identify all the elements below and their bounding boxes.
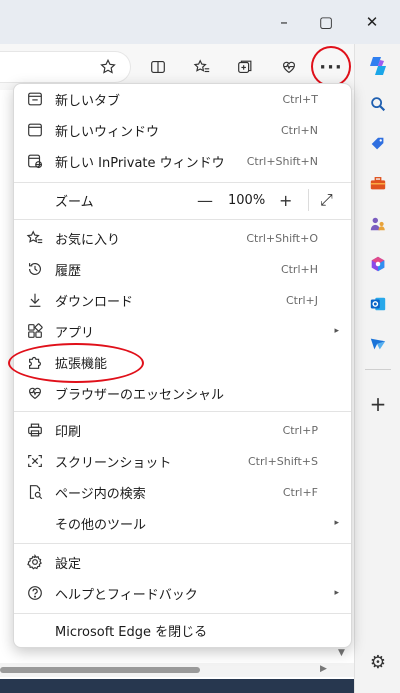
outlook-icon[interactable] <box>363 290 393 318</box>
inprivate-icon <box>25 151 45 171</box>
menu-label: Microsoft Edge を閉じる <box>55 624 208 640</box>
puzzle-icon <box>25 352 45 372</box>
menu-separator <box>14 182 351 183</box>
menu-item-settings[interactable]: 設定 <box>14 547 351 577</box>
taskbar <box>0 679 400 693</box>
new-tab-icon <box>25 89 45 109</box>
menu-item-help-feedback[interactable]: ヘルプとフィードバック ▸ <box>14 578 351 608</box>
menu-item-extensions[interactable]: 拡張機能 <box>14 347 351 377</box>
menu-label: その他のツール <box>55 517 147 533</box>
menu-label: スクリーンショット <box>55 455 172 471</box>
zoom-divider <box>308 189 309 211</box>
favorite-star-icon[interactable] <box>94 54 122 80</box>
fullscreen-button[interactable]: ⤢ <box>320 190 333 210</box>
menu-item-favorites[interactable]: お気に入り Ctrl+Shift+O <box>14 223 351 253</box>
download-icon <box>25 290 45 310</box>
menu-item-new-window[interactable]: 新しいウィンドウ Ctrl+N <box>14 115 351 145</box>
menu-item-close-edge[interactable]: Microsoft Edge を閉じる <box>14 615 351 645</box>
games-icon[interactable] <box>363 210 393 238</box>
zoom-level: 100% <box>228 192 266 208</box>
apps-icon <box>25 321 45 341</box>
find-icon <box>25 482 45 502</box>
menu-label: 新しいウィンドウ <box>55 124 160 140</box>
menu-item-zoom: ズーム — 100% + ⤢ <box>14 184 351 216</box>
menu-item-new-inprivate[interactable]: 新しい InPrivate ウィンドウ Ctrl+Shift+N <box>14 146 351 176</box>
collections-icon[interactable] <box>231 54 259 80</box>
shortcut-text: Ctrl+P <box>282 423 318 437</box>
split-screen-icon[interactable] <box>144 54 172 80</box>
menu-label: ダウンロード <box>55 294 134 310</box>
menu-label: 新しい InPrivate ウィンドウ <box>55 155 225 171</box>
shortcut-text: Ctrl+Shift+O <box>246 231 318 245</box>
favorites-icon[interactable] <box>188 54 216 80</box>
menu-item-history[interactable]: 履歴 Ctrl+H <box>14 254 351 284</box>
shortcut-text: Ctrl+Shift+S <box>248 454 318 468</box>
new-window-icon <box>25 120 45 140</box>
maximize-button[interactable]: ▢ <box>306 8 346 36</box>
shortcut-text: Ctrl+Shift+N <box>246 154 318 168</box>
horizontal-scrollbar-thumb[interactable] <box>0 667 200 673</box>
menu-label: ズーム <box>55 194 94 210</box>
submenu-arrow-icon: ▸ <box>334 518 339 528</box>
minimize-button[interactable]: – <box>264 8 304 36</box>
menu-item-new-tab[interactable]: 新しいタブ Ctrl+T <box>14 84 351 114</box>
menu-label: 履歴 <box>55 263 82 279</box>
favorites-icon <box>25 228 45 248</box>
shortcut-text: Ctrl+J <box>285 293 318 307</box>
close-window-button[interactable]: ✕ <box>352 8 392 36</box>
menu-item-browser-essentials[interactable]: ブラウザーのエッセンシャル <box>14 378 351 408</box>
sidebar-separator <box>365 369 391 370</box>
menu-item-print[interactable]: 印刷 Ctrl+P <box>14 415 351 445</box>
menu-label: ブラウザーのエッセンシャル <box>55 387 225 403</box>
menu-item-screenshot[interactable]: スクリーンショット Ctrl+Shift+S <box>14 446 351 476</box>
menu-label: 印刷 <box>55 424 82 440</box>
menu-label: 拡張機能 <box>55 356 108 372</box>
shortcut-text: Ctrl+F <box>282 485 318 499</box>
search-icon[interactable] <box>363 90 393 118</box>
settings-and-more-menu: 新しいタブ Ctrl+T 新しいウィンドウ Ctrl+N 新しい InPriva… <box>13 83 352 648</box>
submenu-arrow-icon: ▸ <box>334 326 339 336</box>
shortcut-text: Ctrl+H <box>280 262 318 276</box>
menu-label: アプリ <box>55 325 95 341</box>
heart-pulse-icon <box>25 383 45 403</box>
edge-sidebar: + ⚙ <box>354 44 400 693</box>
menu-item-find-on-page[interactable]: ページ内の検索 Ctrl+F <box>14 477 351 507</box>
shopping-tag-icon[interactable] <box>363 130 393 158</box>
title-bar: – ▢ ✕ <box>0 0 400 44</box>
menu-item-apps[interactable]: アプリ ▸ <box>14 316 351 346</box>
menu-item-more-tools[interactable]: その他のツール ▸ <box>14 508 351 538</box>
menu-label: ヘルプとフィードバック <box>55 587 198 603</box>
zoom-out-button[interactable]: — <box>197 191 213 210</box>
add-icon[interactable]: + <box>363 390 393 418</box>
menu-label: ページ内の検索 <box>55 486 146 502</box>
microsoft365-icon[interactable] <box>363 250 393 278</box>
menu-label: お気に入り <box>55 232 121 248</box>
menu-label: 新しいタブ <box>55 93 121 109</box>
help-icon <box>25 583 45 603</box>
menu-label: 設定 <box>55 556 82 572</box>
copilot-icon[interactable] <box>363 52 393 80</box>
menu-item-downloads[interactable]: ダウンロード Ctrl+J <box>14 285 351 315</box>
menu-separator <box>14 613 351 614</box>
shortcut-text: Ctrl+T <box>282 92 318 106</box>
menu-separator <box>14 411 351 412</box>
send-icon[interactable] <box>363 330 393 358</box>
screenshot-icon <box>25 451 45 471</box>
shortcut-text: Ctrl+N <box>280 123 318 137</box>
sidebar-settings-icon[interactable]: ⚙ <box>363 648 393 676</box>
menu-separator <box>14 219 351 220</box>
submenu-arrow-icon: ▸ <box>334 588 339 598</box>
print-icon <box>25 420 45 440</box>
settings-icon <box>25 552 45 572</box>
history-icon <box>25 259 45 279</box>
toolbox-icon[interactable] <box>363 170 393 198</box>
browser-essentials-icon[interactable] <box>275 54 303 80</box>
scroll-down-arrow-icon[interactable]: ▼ <box>338 648 345 658</box>
menu-separator <box>14 543 351 544</box>
scroll-right-arrow-icon[interactable]: ▶ <box>320 664 327 674</box>
settings-and-more-button[interactable]: ··· <box>317 54 345 80</box>
zoom-in-button[interactable]: + <box>279 191 292 210</box>
